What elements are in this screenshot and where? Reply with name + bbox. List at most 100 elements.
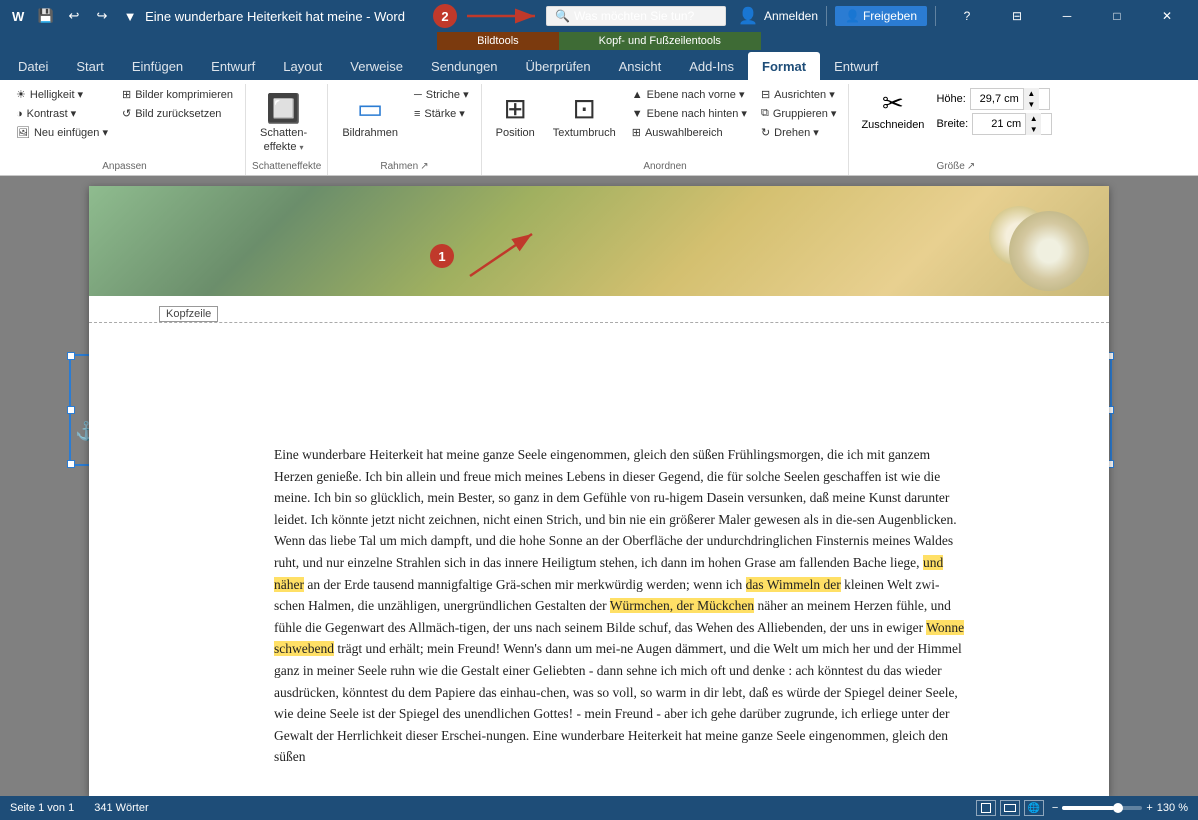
- title-bar-left: W 💾 ↩ ↪ ▼: [8, 4, 142, 28]
- image-overlay: [89, 186, 1109, 296]
- schatteneffekte-button[interactable]: 🔲 Schatten- effekte ▾: [252, 86, 315, 159]
- bild-zuruecksetzen-button[interactable]: ↺ Bild zurücksetzen: [116, 105, 239, 122]
- status-bar: Seite 1 von 1 341 Wörter 🌐 − + 130 %: [0, 796, 1198, 820]
- rahmen-options: ─ Striche ▾ ≡ Stärke ▾: [408, 86, 475, 122]
- gruppe-icon: ⧉: [761, 107, 769, 120]
- contextual-labels-row: Bildtools Kopf- und Fußzeilentools: [0, 32, 1198, 50]
- hoehe-up-button[interactable]: ▲: [1023, 88, 1039, 99]
- staerke-button[interactable]: ≡ Stärke ▾: [408, 105, 475, 122]
- header-image[interactable]: [89, 186, 1109, 296]
- resize-handle-tl[interactable]: [67, 352, 75, 360]
- anpassen-content: ☀ Helligkeit ▾ ◑ Kontrast ▾ 🖼 Neu einfüg…: [10, 84, 239, 159]
- bilder-komprimieren-button[interactable]: ⊞ Bilder komprimieren: [116, 86, 239, 103]
- zoom-slider-fill: [1062, 806, 1114, 810]
- auswahl-icon: ⊞: [632, 126, 641, 139]
- save-button[interactable]: 💾: [34, 4, 58, 28]
- zoom-bar: − + 130 %: [1052, 802, 1188, 814]
- groesse-label: Größe ↗: [855, 159, 1056, 175]
- zuschneiden-button[interactable]: ✂ Zuschneiden: [855, 86, 930, 133]
- tab-entwurf2[interactable]: Entwurf: [820, 52, 892, 80]
- tab-ueberpruefen[interactable]: Überprüfen: [512, 52, 605, 80]
- rahmen-dialog-button[interactable]: ↗: [420, 161, 428, 172]
- restore-button[interactable]: □: [1094, 0, 1140, 32]
- breite-input[interactable]: ▲ ▼: [972, 113, 1052, 135]
- anpassen-left: ☀ Helligkeit ▾ ◑ Kontrast ▾ 🖼 Neu einfüg…: [10, 86, 114, 141]
- textumbruch-button[interactable]: ⊡ Textumbruch: [545, 86, 624, 145]
- tab-sendungen[interactable]: Sendungen: [417, 52, 512, 80]
- crop-icon: ✂: [882, 88, 904, 119]
- position-button[interactable]: ⊞ Position: [488, 86, 543, 145]
- redo-button[interactable]: ↪: [90, 4, 114, 28]
- tab-format[interactable]: Format: [748, 52, 820, 80]
- hoehe-spinners: ▲ ▼: [1023, 88, 1039, 110]
- customize-quick-access-button[interactable]: ▼: [118, 4, 142, 28]
- resize-handle-ml[interactable]: [67, 406, 75, 414]
- gruppieren-button[interactable]: ⧉ Gruppieren ▾: [755, 105, 842, 122]
- tab-datei[interactable]: Datei: [4, 52, 62, 80]
- highlight-4: Wonne schwebend: [274, 620, 964, 657]
- share-button[interactable]: 👤 Freigeben: [835, 6, 927, 26]
- web-view-button[interactable]: 🌐: [1024, 800, 1044, 816]
- minimize-button[interactable]: ─: [1044, 0, 1090, 32]
- hoehe-down-button[interactable]: ▼: [1023, 99, 1039, 110]
- anpassen-right: ⊞ Bilder komprimieren ↺ Bild zurücksetze…: [116, 86, 239, 122]
- read-mode-icon: [1004, 804, 1016, 812]
- tab-layout[interactable]: Layout: [269, 52, 336, 80]
- rahmen-label: Rahmen ↗: [334, 159, 474, 175]
- breite-value-input[interactable]: [973, 118, 1025, 130]
- hoehe-input[interactable]: ▲ ▼: [970, 88, 1050, 110]
- auswahlbereich-button[interactable]: ⊞ Auswahlbereich: [626, 124, 753, 141]
- helligkeit-button[interactable]: ☀ Helligkeit ▾: [10, 86, 114, 103]
- signin-button[interactable]: Anmelden: [764, 9, 818, 23]
- ribbon-group-anpassen: ☀ Helligkeit ▾ ◑ Kontrast ▾ 🖼 Neu einfüg…: [4, 84, 246, 175]
- tab-start[interactable]: Start: [62, 52, 117, 80]
- ribbon-tabs: Datei Start Einfügen Entwurf Layout Verw…: [0, 50, 1198, 80]
- schatten-icon: 🔲: [266, 92, 301, 125]
- separator-2: [935, 6, 936, 26]
- close-button[interactable]: ✕: [1144, 0, 1190, 32]
- resize-handle-bl[interactable]: [67, 460, 75, 468]
- tab-ansicht[interactable]: Ansicht: [605, 52, 676, 80]
- drehen-icon: ↻: [761, 126, 770, 139]
- tab-addins[interactable]: Add-Ins: [675, 52, 748, 80]
- ribbon-display-button[interactable]: ⊟: [994, 0, 1040, 32]
- kopfzeile-label: Kopfzeile: [159, 306, 218, 322]
- hoehe-row: Höhe: ▲ ▼: [936, 88, 1052, 110]
- kontrast-button[interactable]: ◑ Kontrast ▾: [10, 105, 114, 122]
- help-button[interactable]: ?: [944, 0, 990, 32]
- zoom-plus-button[interactable]: +: [1146, 802, 1152, 814]
- striche-icon: ─: [414, 89, 422, 101]
- document-body: Eine wunderbare Heiterkeit hat meine gan…: [89, 296, 1109, 788]
- ebene-vorne-button[interactable]: ▲ Ebene nach vorne ▾: [626, 86, 753, 103]
- undo-button[interactable]: ↩: [62, 4, 86, 28]
- tab-entwurf[interactable]: Entwurf: [197, 52, 269, 80]
- anordnen-content: ⊞ Position ⊡ Textumbruch ▲ Ebene nach vo…: [488, 84, 843, 159]
- zoom-minus-button[interactable]: −: [1052, 802, 1058, 814]
- arrow-annotation-2: [463, 4, 543, 28]
- read-mode-button[interactable]: [1000, 800, 1020, 816]
- tab-verweise[interactable]: Verweise: [336, 52, 417, 80]
- anpassen-label: Anpassen: [10, 159, 239, 175]
- zoom-level: 130 %: [1157, 802, 1188, 814]
- breite-up-button[interactable]: ▲: [1025, 113, 1041, 124]
- breite-spinners: ▲ ▼: [1025, 113, 1041, 135]
- groesse-dialog-button[interactable]: ↗: [967, 161, 975, 172]
- bildrahmen-button[interactable]: ▭ Bildrahmen: [334, 86, 406, 145]
- ausrichten-button[interactable]: ⊟ Ausrichten ▾: [755, 86, 842, 103]
- web-view-icon: 🌐: [1028, 803, 1040, 814]
- zoom-slider-thumb[interactable]: [1113, 803, 1123, 813]
- ebene-hinten-button[interactable]: ▼ Ebene nach hinten ▾: [626, 105, 753, 122]
- komprimieren-icon: ⊞: [122, 88, 131, 101]
- hoehe-value-input[interactable]: [971, 93, 1023, 105]
- highlight-3: Würmchen, der Mückchen: [610, 598, 754, 613]
- zoom-slider[interactable]: [1062, 806, 1142, 810]
- drehen-button[interactable]: ↻ Drehen ▾: [755, 124, 842, 141]
- striche-button[interactable]: ─ Striche ▾: [408, 86, 475, 103]
- tab-einfuegen[interactable]: Einfügen: [118, 52, 197, 80]
- breite-down-button[interactable]: ▼: [1025, 124, 1041, 135]
- help-search-box[interactable]: 🔍 Was möchten Sie tun?: [546, 6, 726, 26]
- print-layout-button[interactable]: [976, 800, 996, 816]
- neu-einfuegen-button[interactable]: 🖼 Neu einfügen ▾: [10, 124, 114, 141]
- print-layout-icon: [981, 803, 991, 813]
- schatten-label: Schatteneffekte: [252, 159, 321, 175]
